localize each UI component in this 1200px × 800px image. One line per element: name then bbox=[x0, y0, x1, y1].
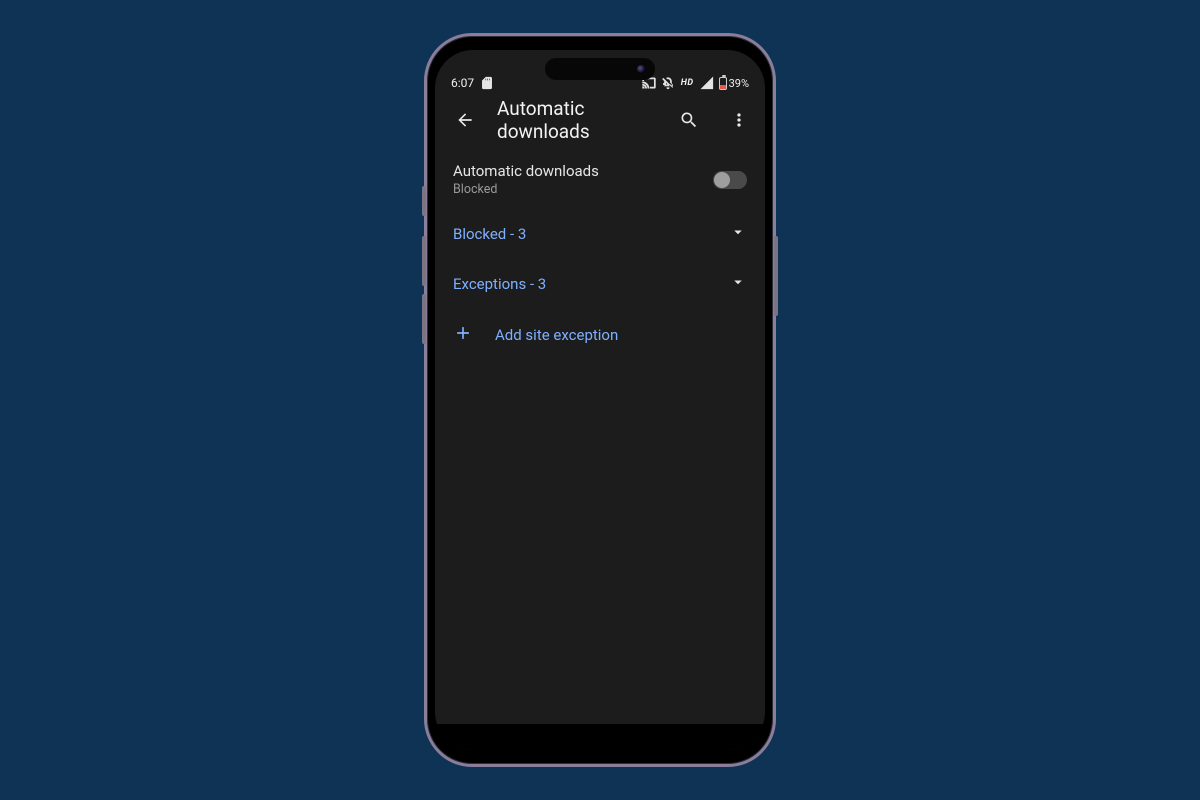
side-button-vol-up bbox=[422, 236, 426, 286]
add-site-exception-label: Add site exception bbox=[495, 326, 618, 344]
nav-bar-area bbox=[435, 724, 765, 750]
status-bar-left: 6:07 bbox=[451, 76, 494, 90]
chevron-down-icon bbox=[729, 273, 747, 291]
notch bbox=[545, 58, 655, 80]
more-button[interactable] bbox=[721, 102, 757, 138]
exceptions-section[interactable]: Exceptions - 3 bbox=[435, 259, 765, 309]
blocked-label: Blocked - 3 bbox=[453, 225, 526, 243]
side-button-power bbox=[774, 236, 778, 316]
side-button-silence bbox=[422, 186, 426, 216]
settings-content: Automatic downloads Blocked Blocked - 3 … bbox=[435, 146, 765, 365]
page-title: Automatic downloads bbox=[497, 97, 657, 143]
phone-frame: 6:07 HD 39% bbox=[424, 33, 776, 767]
automatic-downloads-switch[interactable] bbox=[713, 171, 747, 189]
expand-exceptions bbox=[729, 273, 747, 295]
chevron-down-icon bbox=[729, 223, 747, 241]
add-site-exception[interactable]: Add site exception bbox=[435, 309, 765, 361]
exceptions-label: Exceptions - 3 bbox=[453, 275, 546, 293]
plus-icon bbox=[453, 323, 473, 347]
search-icon bbox=[679, 110, 699, 130]
front-camera bbox=[637, 65, 645, 73]
battery-pct: 39% bbox=[729, 77, 749, 90]
arrow-back-icon bbox=[455, 110, 475, 130]
back-button[interactable] bbox=[447, 102, 483, 138]
toggle-subtitle: Blocked bbox=[453, 182, 599, 197]
dnd-off-icon bbox=[661, 76, 675, 90]
battery-icon bbox=[719, 77, 727, 90]
search-button[interactable] bbox=[671, 102, 707, 138]
signal-icon bbox=[700, 76, 714, 90]
more-vert-icon bbox=[729, 110, 749, 130]
hd-indicator: HD bbox=[680, 78, 695, 88]
switch-knob bbox=[714, 172, 730, 188]
side-button-vol-down bbox=[422, 294, 426, 344]
sd-card-icon bbox=[480, 76, 494, 90]
automatic-downloads-toggle-row[interactable]: Automatic downloads Blocked bbox=[435, 150, 765, 209]
clock: 6:07 bbox=[451, 76, 474, 90]
blocked-section[interactable]: Blocked - 3 bbox=[435, 209, 765, 259]
battery-indicator: 39% bbox=[719, 77, 749, 90]
expand-blocked bbox=[729, 223, 747, 245]
screen: 6:07 HD 39% bbox=[435, 50, 765, 750]
toggle-title: Automatic downloads bbox=[453, 162, 599, 180]
status-bar-right: HD 39% bbox=[642, 76, 749, 90]
app-bar: Automatic downloads bbox=[435, 94, 765, 146]
